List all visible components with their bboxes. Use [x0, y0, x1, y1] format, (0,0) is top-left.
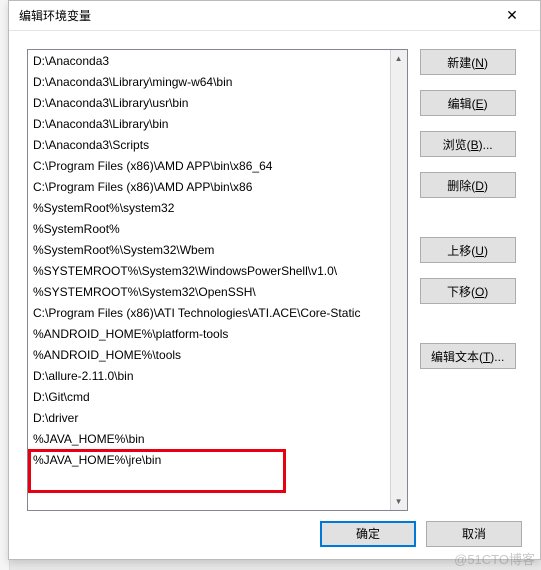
browse-button[interactable]: 浏览(B)...: [420, 131, 516, 157]
list-item[interactable]: %SYSTEMROOT%\System32\OpenSSH\: [29, 282, 406, 303]
close-button[interactable]: ✕: [492, 2, 532, 30]
dialog-footer: 确定 取消: [9, 517, 540, 559]
scroll-up-icon[interactable]: ▲: [391, 50, 407, 67]
moveup-button[interactable]: 上移(U): [420, 237, 516, 263]
dialog-content: D:\Anaconda3D:\Anaconda3\Library\mingw-w…: [9, 31, 540, 521]
list-item[interactable]: D:\Anaconda3\Library\mingw-w64\bin: [29, 72, 406, 93]
ok-button[interactable]: 确定: [320, 521, 416, 547]
list-item[interactable]: %JAVA_HOME%\jre\bin: [29, 450, 406, 471]
list-item[interactable]: C:\Program Files (x86)\AMD APP\bin\x86_6…: [29, 156, 406, 177]
path-listbox[interactable]: D:\Anaconda3D:\Anaconda3\Library\mingw-w…: [27, 49, 408, 511]
dialog-title: 编辑环境变量: [19, 7, 91, 24]
scrollbar[interactable]: ▲ ▼: [390, 50, 407, 510]
list-item[interactable]: D:\Anaconda3\Scripts: [29, 135, 406, 156]
scroll-track[interactable]: [391, 67, 407, 493]
list-item[interactable]: %SystemRoot%\System32\Wbem: [29, 240, 406, 261]
edit-env-dialog: 编辑环境变量 ✕ D:\Anaconda3D:\Anaconda3\Librar…: [8, 0, 541, 560]
new-button[interactable]: 新建(N): [420, 49, 516, 75]
list-item[interactable]: C:\Program Files (x86)\AMD APP\bin\x86: [29, 177, 406, 198]
list-item[interactable]: D:\Anaconda3\Library\usr\bin: [29, 93, 406, 114]
titlebar: 编辑环境变量 ✕: [9, 1, 540, 31]
list-item[interactable]: %SystemRoot%: [29, 219, 406, 240]
list-item[interactable]: D:\allure-2.11.0\bin: [29, 366, 406, 387]
list-item[interactable]: D:\Git\cmd: [29, 387, 406, 408]
movedown-button[interactable]: 下移(O): [420, 278, 516, 304]
list-item[interactable]: D:\driver: [29, 408, 406, 429]
list-item[interactable]: C:\Program Files (x86)\ATI Technologies\…: [29, 303, 406, 324]
scroll-down-icon[interactable]: ▼: [391, 493, 407, 510]
list-item[interactable]: %JAVA_HOME%\bin: [29, 429, 406, 450]
delete-button[interactable]: 删除(D): [420, 172, 516, 198]
edit-button[interactable]: 编辑(E): [420, 90, 516, 116]
list-item[interactable]: %SystemRoot%\system32: [29, 198, 406, 219]
list-item[interactable]: %ANDROID_HOME%\platform-tools: [29, 324, 406, 345]
side-button-panel: 新建(N) 编辑(E) 浏览(B)... 删除(D) 上移(U) 下移(O) 编…: [420, 49, 522, 507]
list-item[interactable]: %ANDROID_HOME%\tools: [29, 345, 406, 366]
list-item[interactable]: D:\Anaconda3\Library\bin: [29, 114, 406, 135]
list-item[interactable]: %SYSTEMROOT%\System32\WindowsPowerShell\…: [29, 261, 406, 282]
list-item[interactable]: D:\Anaconda3: [29, 51, 406, 72]
cancel-button[interactable]: 取消: [426, 521, 522, 547]
close-icon: ✕: [506, 7, 518, 24]
edittext-button[interactable]: 编辑文本(T)...: [420, 343, 516, 369]
